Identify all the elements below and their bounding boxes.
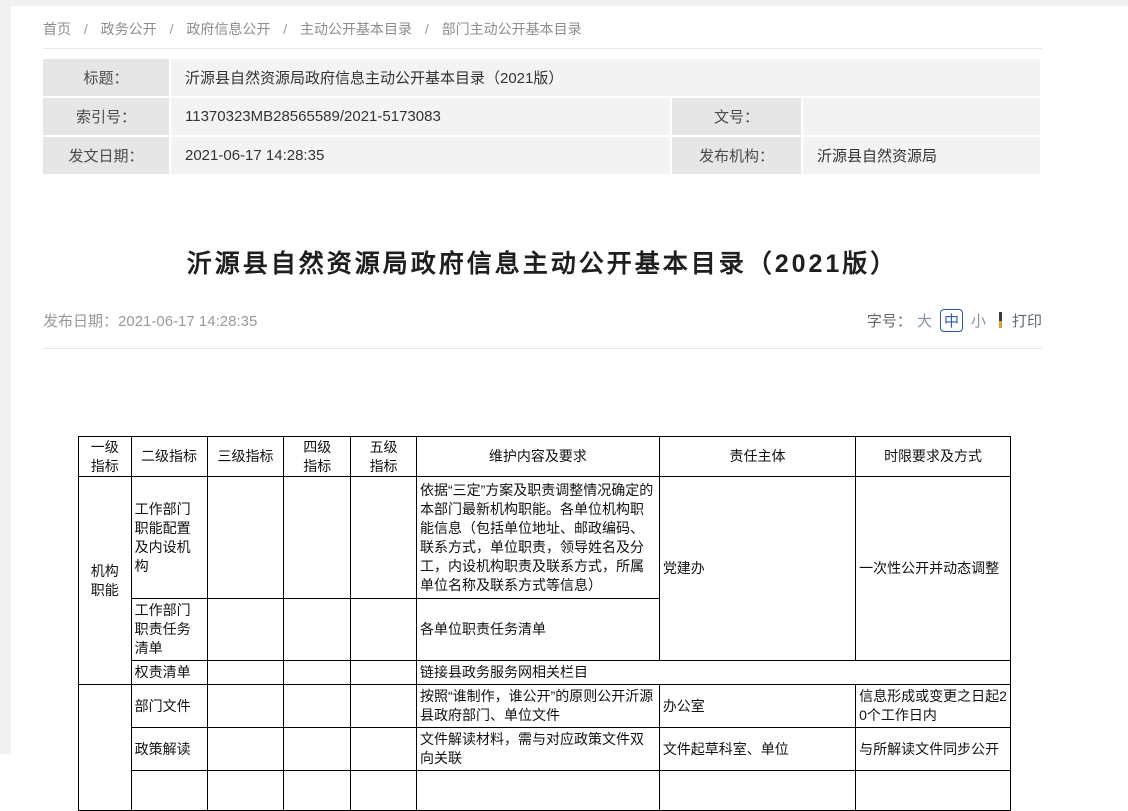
empty-cell (351, 685, 417, 728)
page-title: 沂源县自然资源局政府信息主动公开基本目录（2021版） (43, 244, 1042, 280)
font-size-medium-button[interactable]: 中 (940, 309, 963, 332)
empty-cell (131, 771, 207, 811)
page-left-margin (0, 0, 11, 754)
meta-index-label: 索引号： (43, 98, 171, 137)
cell-row3-content: 链接县政务服务网相关栏目 (416, 661, 1010, 685)
font-size-controls: 字号： 大 中 小 打印 (867, 309, 1042, 332)
header-responsible-body: 责任主体 (659, 437, 855, 477)
table-row-partial (79, 771, 1011, 811)
cell-row5-indicator2: 政策解读 (131, 728, 207, 771)
cell-level1-continuation (79, 685, 132, 811)
empty-cell (351, 661, 417, 685)
meta-row-date: 发文日期： 2021-06-17 14:28:35 发布机构： 沂源县自然资源局 (43, 137, 1042, 176)
empty-cell (284, 661, 351, 685)
header-level2-indicator: 二级指标 (131, 437, 207, 477)
meta-title-value: 沂源县自然资源局政府信息主动公开基本目录（2021版） (171, 59, 1042, 98)
catalog-table: 一级 指标 二级指标 三级指标 四级 指标 五级 指标 维护内容及要求 责任主体… (78, 436, 1011, 811)
cell-row1-deadline: 一次性公开并动态调整 (856, 477, 1011, 661)
table-row: 机构 职能 工作部门职能配置及内设机构 依据“三定”方案及职责调整情况确定的本部… (79, 477, 1011, 599)
breadcrumb-dept-catalog[interactable]: 部门主动公开基本目录 (442, 21, 582, 37)
publish-date-label: 发布日期： (43, 313, 118, 330)
table-row: 政策解读 文件解读材料，需与对应政策文件双向关联 文件起草科室、单位 与所解读文… (79, 728, 1011, 771)
empty-cell (207, 771, 284, 811)
cell-row2-content: 各单位职责任务清单 (416, 599, 659, 661)
cell-row1-indicator2: 工作部门职能配置及内设机构 (131, 477, 207, 599)
empty-cell (351, 728, 417, 771)
empty-cell (207, 599, 284, 661)
empty-cell (284, 771, 351, 811)
header-level5-indicator: 五级 指标 (351, 437, 417, 477)
empty-cell (351, 771, 417, 811)
publish-date: 发布日期：2021-06-17 14:28:35 (43, 310, 257, 331)
cell-row1-responsible: 党建办 (659, 477, 855, 661)
empty-cell (284, 599, 351, 661)
header-level4-indicator: 四级 指标 (284, 437, 351, 477)
empty-cell (284, 685, 351, 728)
empty-cell (284, 728, 351, 771)
meta-docnum-value (803, 98, 1042, 137)
breadcrumb-separator: / (425, 21, 429, 37)
print-divider-bar (999, 312, 1002, 328)
meta-date-label: 发文日期： (43, 137, 171, 176)
cell-row5-deadline: 与所解读文件同步公开 (856, 728, 1011, 771)
breadcrumb: 首页 / 政务公开 / 政府信息公开 / 主动公开基本目录 / 部门主动公开基本… (43, 18, 1128, 40)
breadcrumb-home[interactable]: 首页 (43, 21, 71, 37)
empty-cell (207, 685, 284, 728)
empty-cell (284, 477, 351, 599)
cell-row4-responsible: 办公室 (659, 685, 855, 728)
cell-row5-content: 文件解读材料，需与对应政策文件双向关联 (416, 728, 659, 771)
table-row: 部门文件 按照“谁制作，谁公开”的原则公开沂源县政府部门、单位文件 办公室 信息… (79, 685, 1011, 728)
meta-row-index: 索引号： 11370323MB28565589/2021-5173083 文号： (43, 98, 1042, 137)
header-level3-indicator: 三级指标 (207, 437, 284, 477)
meta-row-title: 标题： 沂源县自然资源局政府信息主动公开基本目录（2021版） (43, 59, 1042, 98)
meta-date-value: 2021-06-17 14:28:35 (171, 137, 672, 176)
cell-row4-deadline: 信息形成或变更之日起20个工作日内 (856, 685, 1011, 728)
article-divider (43, 348, 1042, 349)
breadcrumb-open-government[interactable]: 政务公开 (101, 21, 157, 37)
meta-index-value: 11370323MB28565589/2021-5173083 (171, 98, 672, 137)
cell-row2-indicator2: 工作部门职责任务清单 (131, 599, 207, 661)
font-size-large-button[interactable]: 大 (917, 310, 932, 331)
breadcrumb-separator: / (283, 21, 287, 37)
empty-cell (351, 477, 417, 599)
breadcrumb-basic-catalog[interactable]: 主动公开基本目录 (300, 21, 412, 37)
table-row: 权责清单 链接县政务服务网相关栏目 (79, 661, 1011, 685)
empty-cell (207, 477, 284, 599)
breadcrumb-divider (43, 48, 1042, 49)
cell-row4-indicator2: 部门文件 (131, 685, 207, 728)
content-panel: 首页 / 政务公开 / 政府信息公开 / 主动公开基本目录 / 部门主动公开基本… (11, 6, 1128, 811)
breadcrumb-separator: / (170, 21, 174, 37)
document-meta-table: 标题： 沂源县自然资源局政府信息主动公开基本目录（2021版） 索引号： 113… (43, 59, 1042, 176)
header-level1-indicator: 一级 指标 (79, 437, 132, 477)
catalog-header-row: 一级 指标 二级指标 三级指标 四级 指标 五级 指标 维护内容及要求 责任主体… (79, 437, 1011, 477)
print-button[interactable]: 打印 (1012, 310, 1042, 331)
empty-cell (416, 771, 659, 811)
empty-cell (856, 771, 1011, 811)
empty-cell (207, 661, 284, 685)
meta-agency-label: 发布机构： (672, 137, 803, 176)
publish-date-value: 2021-06-17 14:28:35 (118, 313, 257, 330)
meta-agency-value: 沂源县自然资源局 (803, 137, 1042, 176)
meta-title-label: 标题： (43, 59, 171, 98)
cell-row1-content: 依据“三定”方案及职责调整情况确定的本部门最新机构职能。各单位机构职能信息（包括… (416, 477, 659, 599)
header-time-limit: 时限要求及方式 (856, 437, 1011, 477)
publish-info-bar: 发布日期：2021-06-17 14:28:35 字号： 大 中 小 打印 (43, 308, 1042, 332)
font-size-label: 字号： (867, 310, 912, 331)
header-maintenance-content: 维护内容及要求 (416, 437, 659, 477)
breadcrumb-gov-info-disclosure[interactable]: 政府信息公开 (186, 21, 270, 37)
cell-row3-indicator2: 权责清单 (131, 661, 207, 685)
font-size-small-button[interactable]: 小 (971, 310, 986, 331)
cell-level1-org-functions: 机构 职能 (79, 477, 132, 685)
cell-row4-content: 按照“谁制作，谁公开”的原则公开沂源县政府部门、单位文件 (416, 685, 659, 728)
cell-row5-responsible: 文件起草科室、单位 (659, 728, 855, 771)
empty-cell (207, 728, 284, 771)
breadcrumb-separator: / (84, 21, 88, 37)
meta-docnum-label: 文号： (672, 98, 803, 137)
empty-cell (659, 771, 855, 811)
empty-cell (351, 599, 417, 661)
